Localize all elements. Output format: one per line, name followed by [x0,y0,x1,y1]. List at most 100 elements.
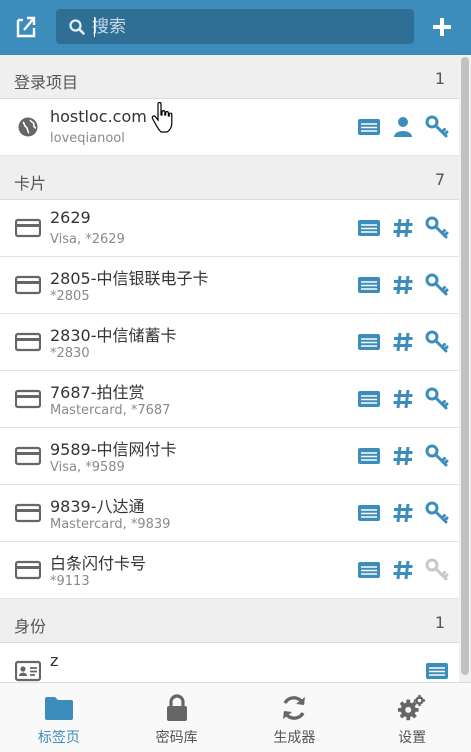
copy-number-button[interactable] [391,501,415,525]
item-subtitle: Visa, *2629 [50,232,125,247]
card-row[interactable]: 2805-中信银联电子卡 *2805 [0,257,471,314]
hash-icon [393,332,413,352]
copy-security-code-button[interactable] [425,444,449,468]
key-icon [425,444,449,467]
copy-number-button[interactable] [391,444,415,468]
view-item-button[interactable] [425,659,449,682]
section-count: 1 [434,69,445,88]
scrollbar-thumb[interactable] [461,57,469,675]
user-icon [394,117,412,137]
view-item-button[interactable] [357,387,381,411]
section-title: 卡片 [14,174,47,193]
copy-number-button[interactable] [391,216,415,240]
list-card-icon [358,562,380,578]
card-row[interactable]: 白条闪付卡号 *9113 [0,542,471,599]
hash-icon [393,446,413,466]
list-card-icon [358,334,380,350]
identity-row[interactable]: z [0,643,471,682]
credit-card-icon [15,560,41,580]
popout-button[interactable] [8,9,46,45]
item-name: hostloc.com [50,107,147,126]
id-card-icon [15,660,41,682]
card-row[interactable]: 2629 Visa, *2629 [0,200,471,257]
copy-password-button[interactable] [425,115,449,139]
list-card-icon [358,119,380,135]
card-row[interactable]: 7687-拍住赏 Mastercard, *7687 [0,371,471,428]
view-item-button[interactable] [357,558,381,582]
scrollbar[interactable] [459,55,471,682]
hash-icon [393,503,413,523]
list-card-icon [358,505,380,521]
item-subtitle: *9113 [50,574,90,589]
copy-number-button[interactable] [391,387,415,411]
hash-icon [393,389,413,409]
key-icon [425,330,449,353]
section-title: 身份 [14,617,47,636]
item-name: 2830-中信储蓄卡 [50,326,177,345]
row-actions [357,214,449,242]
add-item-button[interactable] [423,9,461,45]
card-row[interactable]: 9589-中信网付卡 Visa, *9589 [0,428,471,485]
view-item-button[interactable] [357,273,381,297]
row-actions [357,442,449,470]
copy-security-code-button[interactable] [425,387,449,411]
section-count: 7 [434,170,445,189]
copy-username-button[interactable] [391,115,415,139]
view-item-button[interactable] [357,216,381,240]
tab-vault[interactable]: 密码库 [118,683,236,752]
tab-current[interactable]: 标签页 [0,683,118,752]
credit-card-icon [15,446,41,466]
tab-label: 密码库 [155,730,198,746]
current-tab-list: 登录项目 1 hostloc.com loveqianool 卡片 7 2629… [0,55,471,682]
view-item-button[interactable] [357,444,381,468]
popout-icon [16,16,36,38]
card-row[interactable]: 2830-中信储蓄卡 *2830 [0,314,471,371]
refresh-icon [283,696,306,720]
item-subtitle: loveqianool [50,131,125,146]
section-logins-header: 登录项目 1 [0,55,471,99]
item-subtitle: Visa, *9589 [50,460,125,475]
section-cards-header: 卡片 7 [0,156,471,200]
item-name: 9589-中信网付卡 [50,440,177,459]
plus-icon [433,18,451,36]
copy-security-code-button[interactable] [425,501,449,525]
search-input[interactable] [92,9,407,44]
list-card-icon [358,220,380,236]
tab-settings[interactable]: 设置 [353,683,471,752]
credit-card-icon [15,218,41,238]
card-row[interactable]: 9839-八达通 Mastercard, *9839 [0,485,471,542]
row-actions [357,113,449,141]
view-item-button[interactable] [357,115,381,139]
view-item-button[interactable] [357,501,381,525]
browser-extension-popup: 登录项目 1 hostloc.com loveqianool [0,0,471,752]
row-actions [357,385,449,413]
list-card-icon [426,663,448,679]
key-icon [425,501,449,524]
copy-number-button[interactable] [391,330,415,354]
hash-icon [393,218,413,238]
copy-security-code-button[interactable] [425,558,449,582]
list-card-icon [358,277,380,293]
bottom-tab-bar: 标签页 密码库 生成器 设置 [0,682,471,752]
credit-card-icon [15,389,41,409]
item-subtitle: *2805 [50,289,90,304]
credit-card-icon [15,275,41,295]
copy-security-code-button[interactable] [425,273,449,297]
gear-icon [398,694,426,721]
login-row[interactable]: hostloc.com loveqianool [0,99,471,156]
text-caret [94,17,95,37]
key-icon [425,387,449,410]
copy-number-button[interactable] [391,273,415,297]
copy-number-button[interactable] [391,558,415,582]
section-title: 登录项目 [14,73,79,92]
key-icon [425,273,449,296]
copy-security-code-button[interactable] [425,330,449,354]
item-name: 白条闪付卡号 [50,554,147,573]
copy-security-code-button[interactable] [425,216,449,240]
row-actions [357,556,449,584]
view-item-button[interactable] [357,330,381,354]
tab-label: 生成器 [273,730,316,746]
section-identities-header: 身份 1 [0,599,471,643]
tab-label: 标签页 [37,730,80,746]
tab-generator[interactable]: 生成器 [236,683,354,752]
